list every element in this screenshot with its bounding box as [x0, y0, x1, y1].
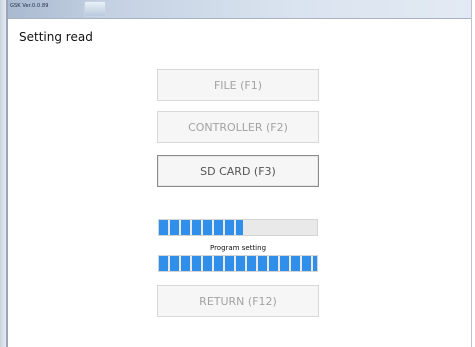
progress-label: Program setting — [209, 244, 267, 252]
sd-card-button[interactable]: SD CARD (F3) — [157, 155, 319, 187]
upper-progress-bar — [158, 219, 318, 236]
title-bar: GSK Ver.0.0.89 — [8, 0, 471, 19]
window-title: GSK Ver.0.0.89 — [10, 3, 49, 9]
file-button[interactable]: FILE (F1) — [157, 69, 319, 101]
controller-button-label: CONTROLLER (F2) — [188, 120, 288, 134]
page-title: Setting read — [19, 30, 93, 44]
controller-button[interactable]: CONTROLLER (F2) — [157, 111, 319, 143]
return-button-label: RETURN (F12) — [199, 294, 277, 308]
sd-card-button-label: SD CARD (F3) — [200, 164, 276, 178]
lower-progress-bar — [158, 255, 318, 272]
lower-progress-fill — [159, 256, 317, 271]
file-button-label: FILE (F1) — [213, 78, 263, 92]
title-bar-highlight — [84, 1, 106, 17]
return-button[interactable]: RETURN (F12) — [157, 285, 319, 317]
upper-progress-fill — [159, 220, 243, 235]
